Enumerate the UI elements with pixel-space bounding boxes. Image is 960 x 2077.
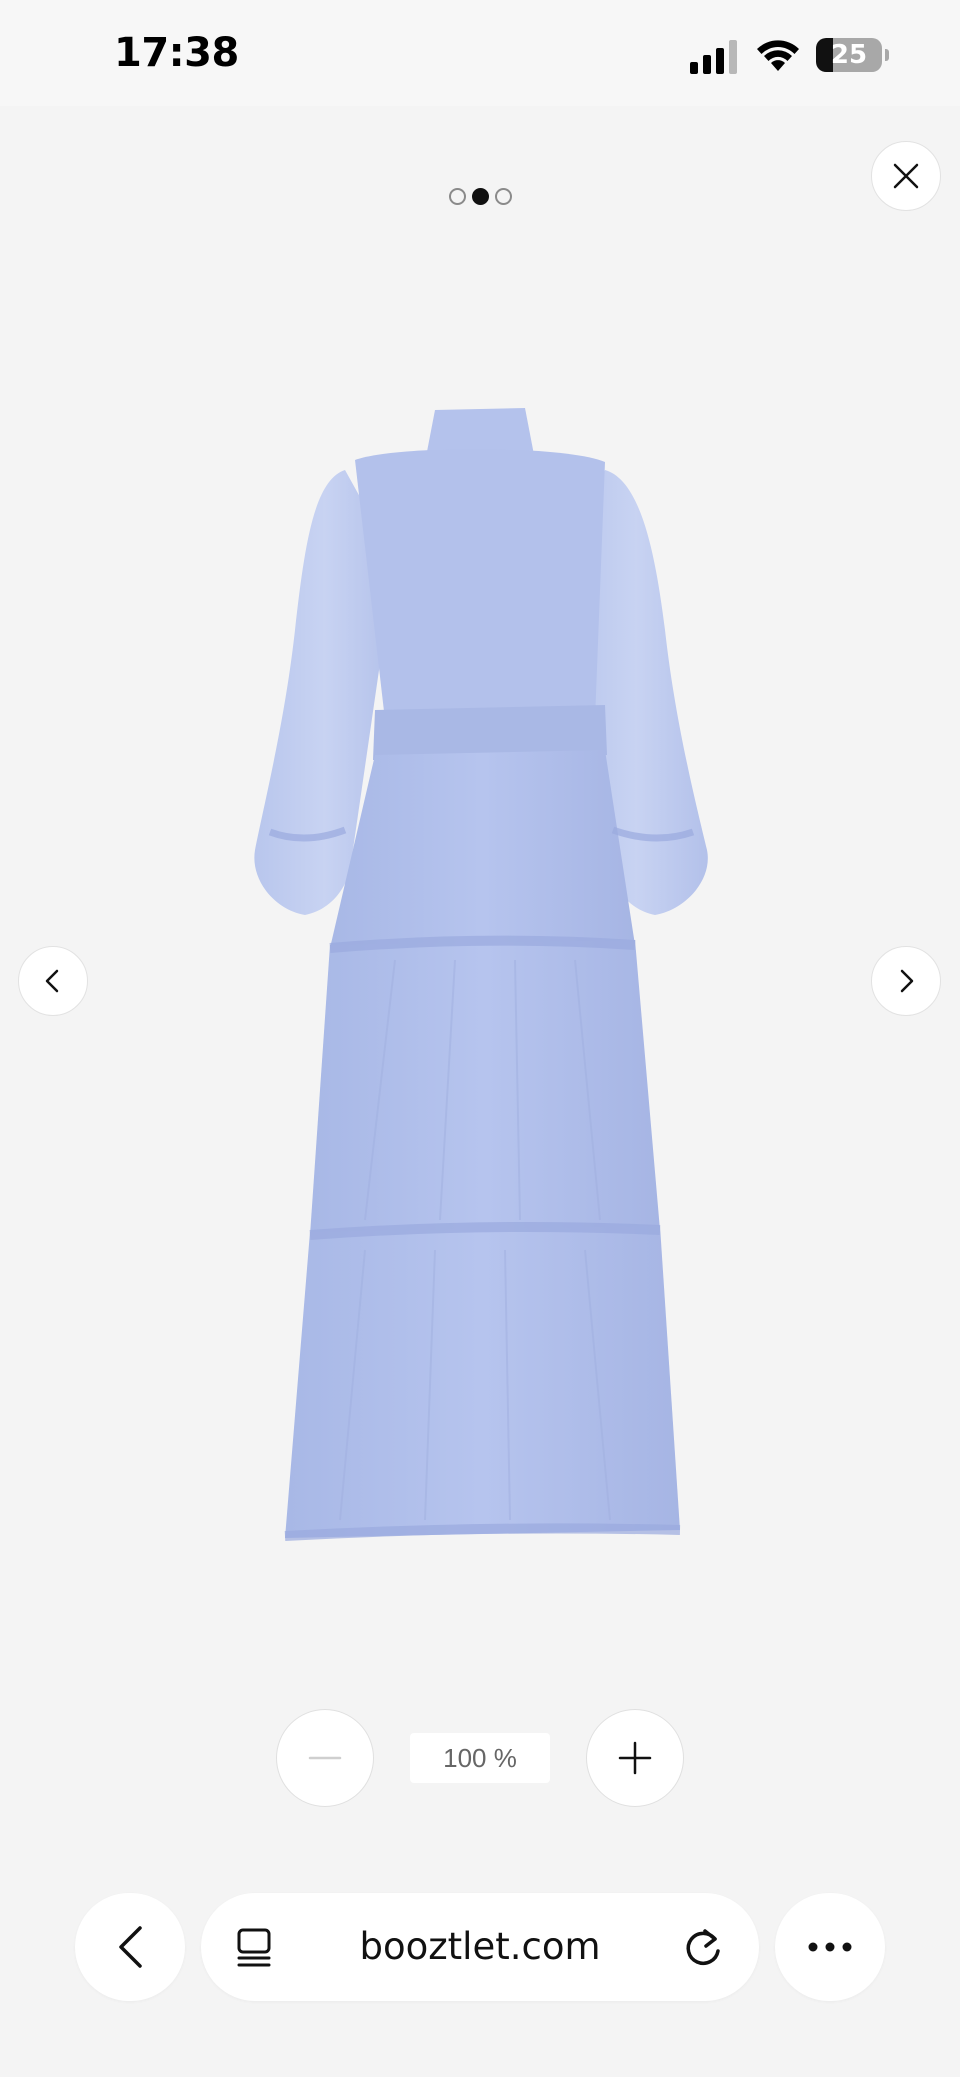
battery-level: 25: [830, 40, 868, 70]
close-button[interactable]: [871, 141, 941, 211]
next-image-button[interactable]: [871, 946, 941, 1016]
url-text[interactable]: booztlet.com: [201, 1893, 759, 2001]
chevron-left-icon: [119, 1926, 142, 1968]
address-bar[interactable]: booztlet.com: [201, 1893, 759, 2001]
previous-image-button[interactable]: [18, 946, 88, 1016]
zoom-level: 100 %: [410, 1733, 550, 1783]
plus-icon: [618, 1741, 652, 1775]
battery-icon: 25: [816, 38, 889, 72]
zoom-out-button[interactable]: [276, 1709, 374, 1807]
image-pagination: [0, 184, 960, 208]
more-button[interactable]: [775, 1893, 885, 2001]
browser-back-button[interactable]: [75, 1893, 185, 2001]
chevron-right-icon: [900, 969, 914, 993]
close-icon: [893, 163, 919, 189]
zoom-in-button[interactable]: [586, 1709, 684, 1807]
status-time: 17:38: [114, 30, 239, 76]
reload-icon[interactable]: [681, 1925, 725, 1969]
pagination-dot[interactable]: [471, 187, 489, 205]
pagination-dot[interactable]: [448, 187, 466, 205]
wifi-icon: [757, 40, 799, 71]
minus-icon: [308, 1756, 342, 1760]
dress-image: [254, 408, 708, 1541]
signal-icon: [690, 40, 737, 74]
status-bar: 17:38 25: [0, 0, 960, 106]
more-icon: [808, 1942, 852, 1952]
pagination-dot[interactable]: [494, 187, 512, 205]
chevron-left-icon: [45, 969, 59, 993]
